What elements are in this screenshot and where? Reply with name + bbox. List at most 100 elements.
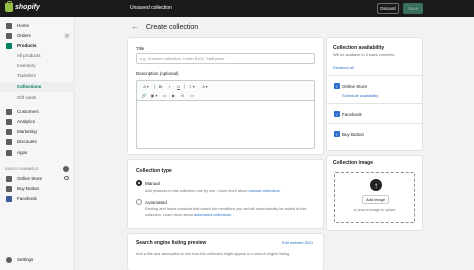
- clear-format-button[interactable]: ⊘: [179, 92, 186, 99]
- divider: [327, 123, 422, 124]
- text-color-button[interactable]: A ▾: [200, 83, 210, 90]
- schedule-availability-link[interactable]: Schedule availability: [342, 93, 378, 98]
- automated-label: Automated: [145, 200, 167, 205]
- table-button[interactable]: ▣ ▾: [149, 92, 159, 99]
- sidebar-item-settings[interactable]: Settings: [0, 255, 75, 265]
- store-icon: [6, 176, 12, 182]
- sidebar-item-label: Collections: [17, 84, 42, 89]
- sidebar-item-label: Customers: [17, 109, 39, 114]
- online-store-label: Online Store: [342, 84, 368, 89]
- video-button[interactable]: ▶: [170, 92, 177, 99]
- facebook-checkbox[interactable]: ✓: [334, 111, 340, 117]
- manual-radio[interactable]: [136, 180, 142, 186]
- sidebar-item-all-products[interactable]: All products: [0, 51, 75, 61]
- sidebar-item-label: Apps: [17, 150, 28, 155]
- sidebar-channel-online-store[interactable]: Online Store: [0, 174, 75, 184]
- sales-channels-heading: SALES CHANNELS: [5, 167, 39, 171]
- automated-radio[interactable]: [136, 199, 142, 205]
- orders-icon: [6, 33, 12, 39]
- description-editor[interactable]: [136, 100, 315, 149]
- orders-badge: 2: [64, 33, 70, 39]
- discard-button[interactable]: Discard: [377, 3, 399, 14]
- eye-icon[interactable]: [64, 176, 69, 180]
- seo-title: Search engine listing preview: [136, 240, 207, 246]
- underline-button[interactable]: U: [175, 83, 182, 90]
- italic-button[interactable]: I: [166, 83, 173, 90]
- sidebar-item-label: Products: [17, 43, 37, 48]
- align-button[interactable]: ≡ ▾: [187, 83, 197, 90]
- sidebar-item-label: Transfers: [17, 73, 36, 78]
- buy-button-checkbox[interactable]: ✓: [334, 131, 340, 137]
- sidebar-item-collections[interactable]: Collections: [0, 82, 75, 92]
- unsaved-title: Unsaved collection: [130, 5, 172, 11]
- availability-title: Collection availability: [333, 45, 385, 51]
- sidebar-item-label: Settings: [17, 257, 34, 262]
- edit-seo-link[interactable]: Edit website SEO: [282, 240, 313, 245]
- manual-help-text: Add products to this collection one by o…: [145, 189, 248, 193]
- shopify-bag-icon: [5, 1, 13, 12]
- sidebar-item-discounts[interactable]: Discounts: [0, 137, 75, 147]
- page-title: Create collection: [146, 24, 199, 31]
- description-label: Description (optional): [136, 71, 179, 76]
- automated-help: Existing and future products that match …: [145, 207, 315, 218]
- add-image-button[interactable]: Add image: [362, 195, 389, 204]
- availability-subtitle: Will be available to 3 sales channels.: [333, 53, 396, 57]
- sidebar-item-label: Buy Button: [17, 186, 40, 191]
- sidebar-item-label: Analytics: [17, 119, 36, 124]
- drop-hint: or drop an image to upload: [353, 208, 396, 212]
- divider: [327, 103, 422, 104]
- manual-label: Manual: [145, 181, 160, 186]
- sidebar-item-label: Discounts: [17, 139, 37, 144]
- sidebar-item-customers[interactable]: Customers: [0, 107, 75, 117]
- products-icon: [6, 43, 12, 49]
- shopify-logo[interactable]: shopify: [5, 1, 40, 12]
- bold-button[interactable]: B: [157, 83, 164, 90]
- sidebar-item-inventory[interactable]: Inventory: [0, 61, 75, 71]
- sidebar-item-products[interactable]: Products: [0, 41, 75, 51]
- sidebar-item-orders[interactable]: Orders 2: [0, 31, 75, 41]
- sidebar-item-apps[interactable]: Apps: [0, 148, 75, 158]
- image-dropzone[interactable]: ↑ Add image or drop an image to upload: [334, 172, 415, 223]
- sidebar-channel-facebook[interactable]: Facebook: [0, 194, 75, 204]
- sidebar-channel-buy-button[interactable]: Buy Button: [0, 184, 75, 194]
- title-label: Title: [136, 46, 145, 51]
- divider: [327, 75, 422, 76]
- back-arrow-icon[interactable]: ←: [131, 22, 139, 31]
- sidebar-item-label: Inventory: [17, 63, 36, 68]
- title-input[interactable]: e.g. Summer collection, Under $100, Staf…: [136, 53, 315, 64]
- marketing-icon: [6, 129, 12, 135]
- sidebar-item-transfers[interactable]: Transfers: [0, 71, 75, 81]
- sidebar-item-analytics[interactable]: Analytics: [0, 117, 75, 127]
- html-button[interactable]: <>: [188, 92, 196, 99]
- sidebar: Home Orders 2 Products All products Inve…: [0, 17, 75, 270]
- customers-icon: [6, 109, 12, 115]
- sidebar-item-label: Marketing: [17, 129, 37, 134]
- manual-collections-link[interactable]: manual collections.: [248, 189, 280, 193]
- image-button[interactable]: ▭: [161, 92, 168, 99]
- paragraph-format-button[interactable]: A ▾: [140, 83, 152, 90]
- sidebar-item-label: Facebook: [17, 196, 37, 201]
- sidebar-item-home[interactable]: Home: [0, 21, 75, 31]
- automated-collections-link[interactable]: automated collections.: [194, 213, 232, 217]
- apps-icon: [6, 150, 12, 156]
- sidebar-item-gift-cards[interactable]: Gift cards: [0, 93, 75, 103]
- facebook-icon: [6, 196, 12, 202]
- link-button[interactable]: 🔗: [140, 92, 148, 99]
- collection-type-title: Collection type: [136, 168, 172, 174]
- sidebar-item-marketing[interactable]: Marketing: [0, 127, 75, 137]
- gear-icon: [6, 257, 12, 263]
- toolbar-divider: [184, 84, 185, 89]
- collection-image-title: Collection image: [333, 160, 374, 166]
- facebook-label: Facebook: [342, 112, 362, 117]
- home-icon: [6, 23, 12, 29]
- sidebar-item-label: All products: [17, 53, 41, 58]
- upload-arrow-icon: ↑: [370, 179, 382, 191]
- online-store-checkbox[interactable]: ✓: [334, 83, 340, 89]
- deselect-all-link[interactable]: Deselect all: [333, 65, 354, 70]
- save-button[interactable]: Save: [403, 3, 423, 14]
- sidebar-item-label: Home: [17, 23, 30, 28]
- buy-button-label: Buy Button: [342, 132, 365, 137]
- top-bar: shopify Unsaved collection Discard Save: [0, 0, 474, 17]
- add-channel-icon[interactable]: [63, 166, 69, 172]
- sidebar-item-label: Orders: [17, 33, 31, 38]
